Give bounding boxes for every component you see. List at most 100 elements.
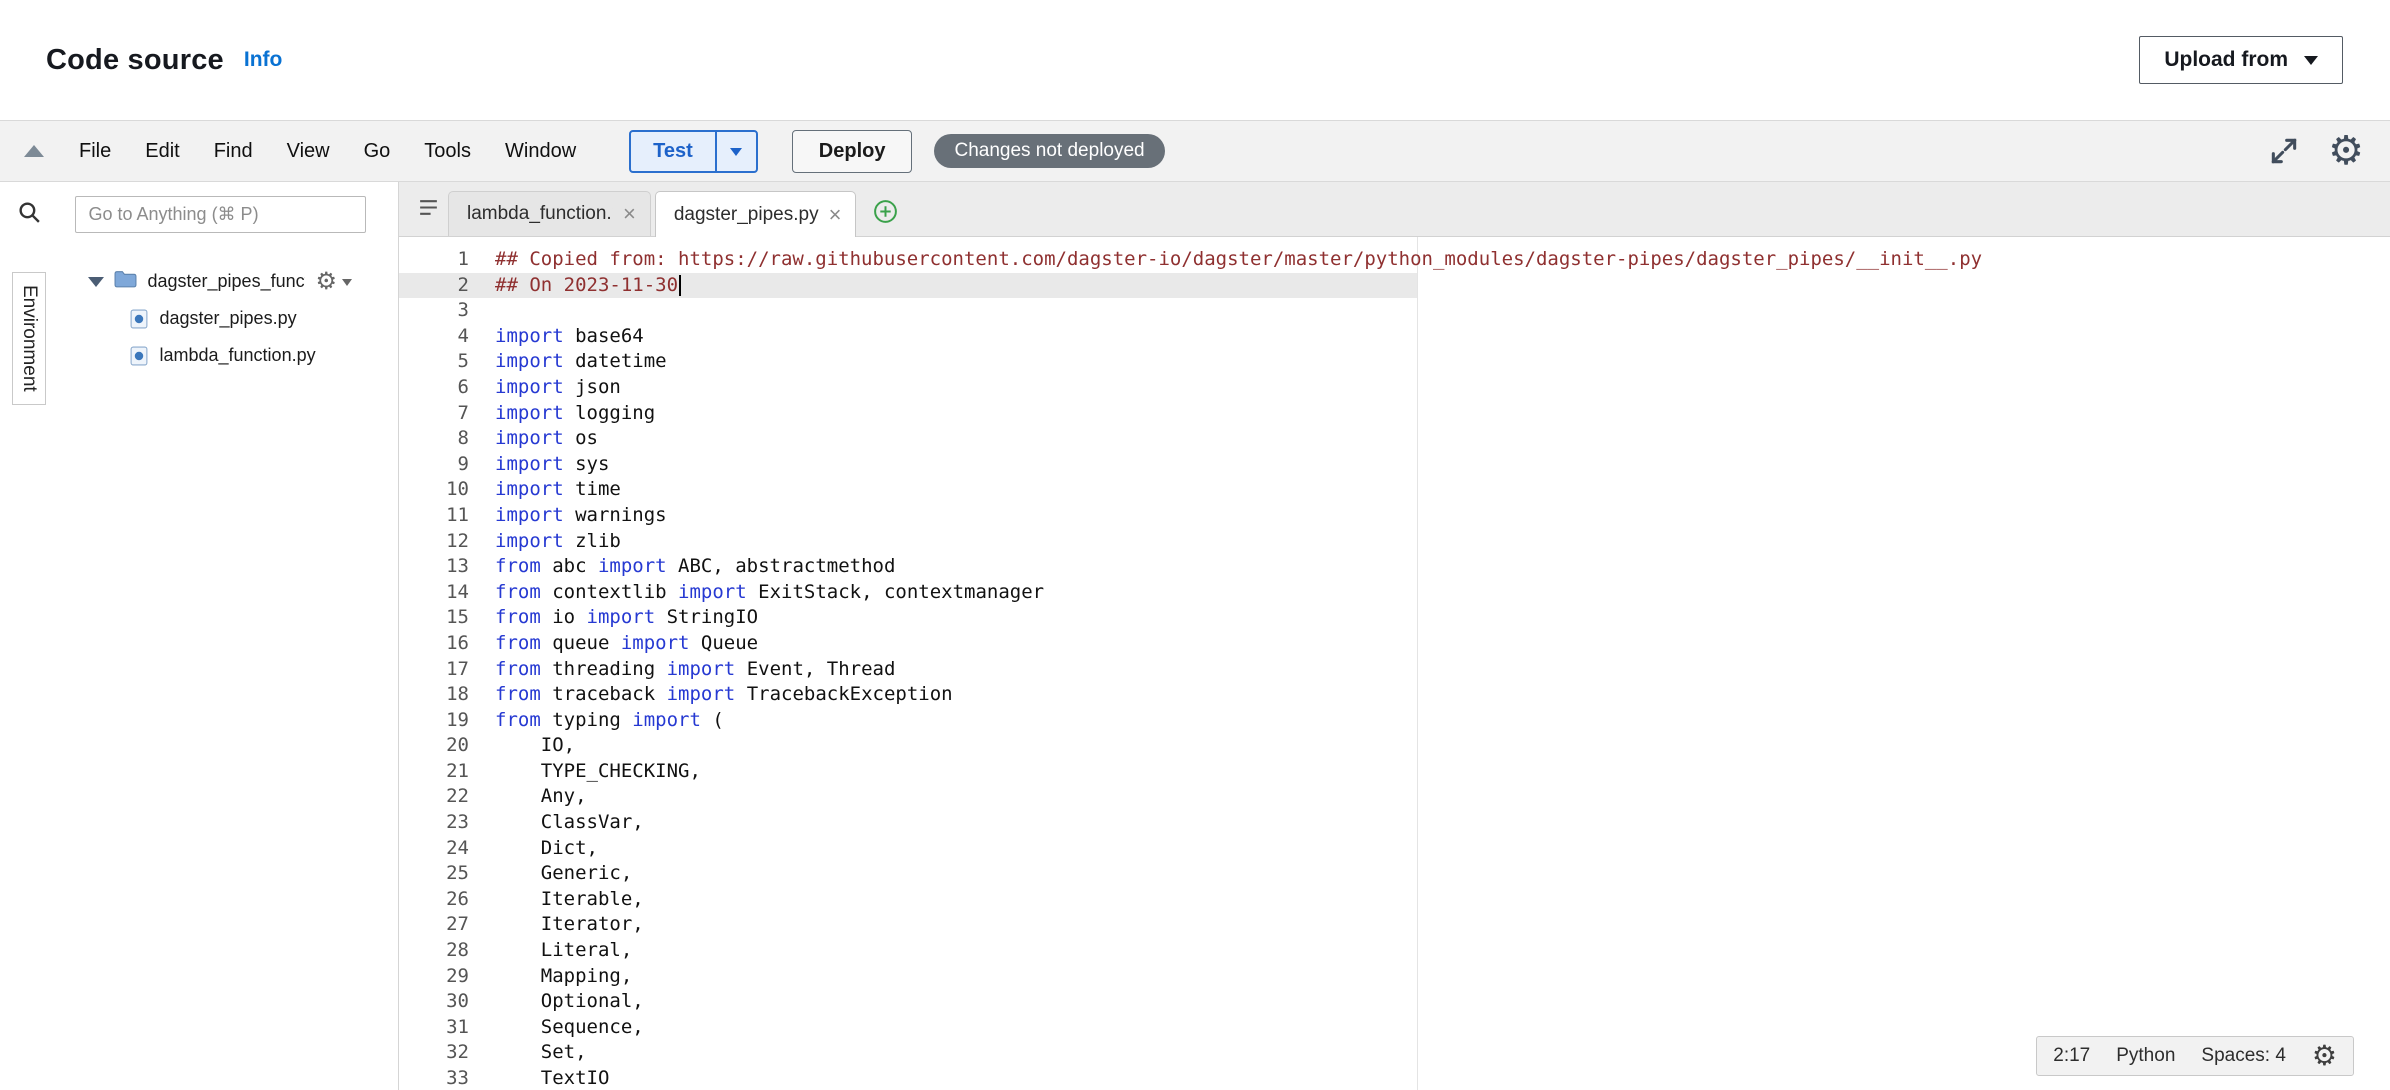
line-number[interactable]: 12: [399, 529, 469, 555]
line-number[interactable]: 6: [399, 375, 469, 401]
goto-anything-input[interactable]: [75, 196, 366, 233]
menu-item-find[interactable]: Find: [197, 140, 270, 163]
code-line-2[interactable]: 2## On 2023-11-30: [399, 273, 2390, 299]
code-line-8[interactable]: 8import os: [399, 426, 2390, 452]
line-number[interactable]: 25: [399, 861, 469, 887]
spaces-setting[interactable]: Spaces: 4: [2201, 1045, 2286, 1067]
code-line-12[interactable]: 12import zlib: [399, 529, 2390, 555]
tab-list-icon[interactable]: [417, 197, 440, 218]
code-line-13[interactable]: 13from abc import ABC, abstractmethod: [399, 554, 2390, 580]
new-tab-icon[interactable]: [872, 198, 899, 225]
code-line-5[interactable]: 5import datetime: [399, 349, 2390, 375]
tab-dagster_pipes.py[interactable]: dagster_pipes.py×: [655, 191, 857, 237]
line-number[interactable]: 23: [399, 810, 469, 836]
line-number[interactable]: 27: [399, 912, 469, 938]
line-number[interactable]: 9: [399, 452, 469, 478]
deploy-button[interactable]: Deploy: [792, 130, 913, 173]
code-line-4[interactable]: 4import base64: [399, 324, 2390, 350]
line-number[interactable]: 10: [399, 477, 469, 503]
line-number[interactable]: 29: [399, 964, 469, 990]
code-line-20[interactable]: 20 IO,: [399, 733, 2390, 759]
code-line-21[interactable]: 21 TYPE_CHECKING,: [399, 759, 2390, 785]
menu-item-tools[interactable]: Tools: [407, 140, 488, 163]
code-line-10[interactable]: 10import time: [399, 477, 2390, 503]
tree-folder-row[interactable]: dagster_pipes_function ⚙: [58, 263, 398, 300]
line-number[interactable]: 3: [399, 298, 469, 324]
language-mode[interactable]: Python: [2116, 1045, 2175, 1067]
line-number[interactable]: 13: [399, 554, 469, 580]
line-text: Literal,: [469, 938, 632, 964]
line-number[interactable]: 33: [399, 1066, 469, 1090]
code-line-18[interactable]: 18from traceback import TracebackExcepti…: [399, 682, 2390, 708]
line-number[interactable]: 21: [399, 759, 469, 785]
line-number[interactable]: 8: [399, 426, 469, 452]
line-number[interactable]: 28: [399, 938, 469, 964]
info-link[interactable]: Info: [244, 48, 282, 72]
tab-lambda_function.py[interactable]: lambda_function.py×: [448, 191, 651, 236]
line-number[interactable]: 26: [399, 887, 469, 913]
code-line-26[interactable]: 26 Iterable,: [399, 887, 2390, 913]
code-line-11[interactable]: 11import warnings: [399, 503, 2390, 529]
test-dropdown-button[interactable]: [716, 130, 758, 173]
test-button[interactable]: Test: [629, 130, 716, 173]
code-line-28[interactable]: 28 Literal,: [399, 938, 2390, 964]
code-editor[interactable]: 1## Copied from: https://raw.githubuserc…: [399, 237, 2390, 1090]
cursor-position[interactable]: 2:17: [2053, 1045, 2090, 1067]
code-line-17[interactable]: 17from threading import Event, Thread: [399, 657, 2390, 683]
code-line-29[interactable]: 29 Mapping,: [399, 964, 2390, 990]
line-number[interactable]: 24: [399, 836, 469, 862]
code-line-9[interactable]: 9import sys: [399, 452, 2390, 478]
line-number[interactable]: 32: [399, 1040, 469, 1066]
code-line-24[interactable]: 24 Dict,: [399, 836, 2390, 862]
ide-settings-gear-icon[interactable]: ⚙: [2328, 131, 2364, 171]
code-line-27[interactable]: 27 Iterator,: [399, 912, 2390, 938]
code-line-22[interactable]: 22 Any,: [399, 784, 2390, 810]
tree-file-lambda_function.py[interactable]: lambda_function.py: [58, 337, 398, 374]
code-line-16[interactable]: 16from queue import Queue: [399, 631, 2390, 657]
line-number[interactable]: 30: [399, 989, 469, 1015]
code-line-3[interactable]: 3: [399, 298, 2390, 324]
line-number[interactable]: 2: [399, 273, 469, 299]
line-number[interactable]: 20: [399, 733, 469, 759]
collapse-panel-icon[interactable]: [24, 145, 44, 157]
upload-from-label: Upload from: [2164, 48, 2288, 72]
upload-from-button[interactable]: Upload from: [2139, 36, 2343, 84]
editor-settings-gear-icon[interactable]: ⚙: [2312, 1042, 2337, 1070]
menu-item-window[interactable]: Window: [488, 140, 593, 163]
menu-item-edit[interactable]: Edit: [128, 140, 196, 163]
line-text: from queue import Queue: [469, 631, 758, 657]
fullscreen-icon[interactable]: [2268, 135, 2300, 167]
menu-item-view[interactable]: View: [270, 140, 347, 163]
line-number[interactable]: 22: [399, 784, 469, 810]
tree-file-dagster_pipes.py[interactable]: dagster_pipes.py: [58, 300, 398, 337]
line-number[interactable]: 31: [399, 1015, 469, 1041]
code-line-30[interactable]: 30 Optional,: [399, 989, 2390, 1015]
menu-item-go[interactable]: Go: [347, 140, 408, 163]
menu-item-file[interactable]: File: [62, 140, 128, 163]
line-number[interactable]: 5: [399, 349, 469, 375]
line-number[interactable]: 7: [399, 401, 469, 427]
tree-settings-gear-icon[interactable]: ⚙: [315, 270, 352, 294]
line-number[interactable]: 14: [399, 580, 469, 606]
close-tab-icon[interactable]: ×: [829, 204, 842, 226]
line-number[interactable]: 1: [399, 247, 469, 273]
code-line-15[interactable]: 15from io import StringIO: [399, 605, 2390, 631]
folder-disclosure-icon[interactable]: [88, 277, 104, 287]
code-line-19[interactable]: 19from typing import (: [399, 708, 2390, 734]
code-line-23[interactable]: 23 ClassVar,: [399, 810, 2390, 836]
line-number[interactable]: 11: [399, 503, 469, 529]
code-line-14[interactable]: 14from contextlib import ExitStack, cont…: [399, 580, 2390, 606]
code-line-6[interactable]: 6import json: [399, 375, 2390, 401]
code-line-1[interactable]: 1## Copied from: https://raw.githubuserc…: [399, 247, 2390, 273]
line-number[interactable]: 19: [399, 708, 469, 734]
environment-panel-tab[interactable]: Environment: [12, 272, 46, 405]
code-line-25[interactable]: 25 Generic,: [399, 861, 2390, 887]
code-line-7[interactable]: 7import logging: [399, 401, 2390, 427]
line-number[interactable]: 18: [399, 682, 469, 708]
line-number[interactable]: 4: [399, 324, 469, 350]
line-number[interactable]: 17: [399, 657, 469, 683]
close-tab-icon[interactable]: ×: [623, 203, 636, 225]
ide-menubar: FileEditFindViewGoToolsWindow Test Deplo…: [0, 120, 2390, 182]
line-number[interactable]: 16: [399, 631, 469, 657]
line-number[interactable]: 15: [399, 605, 469, 631]
